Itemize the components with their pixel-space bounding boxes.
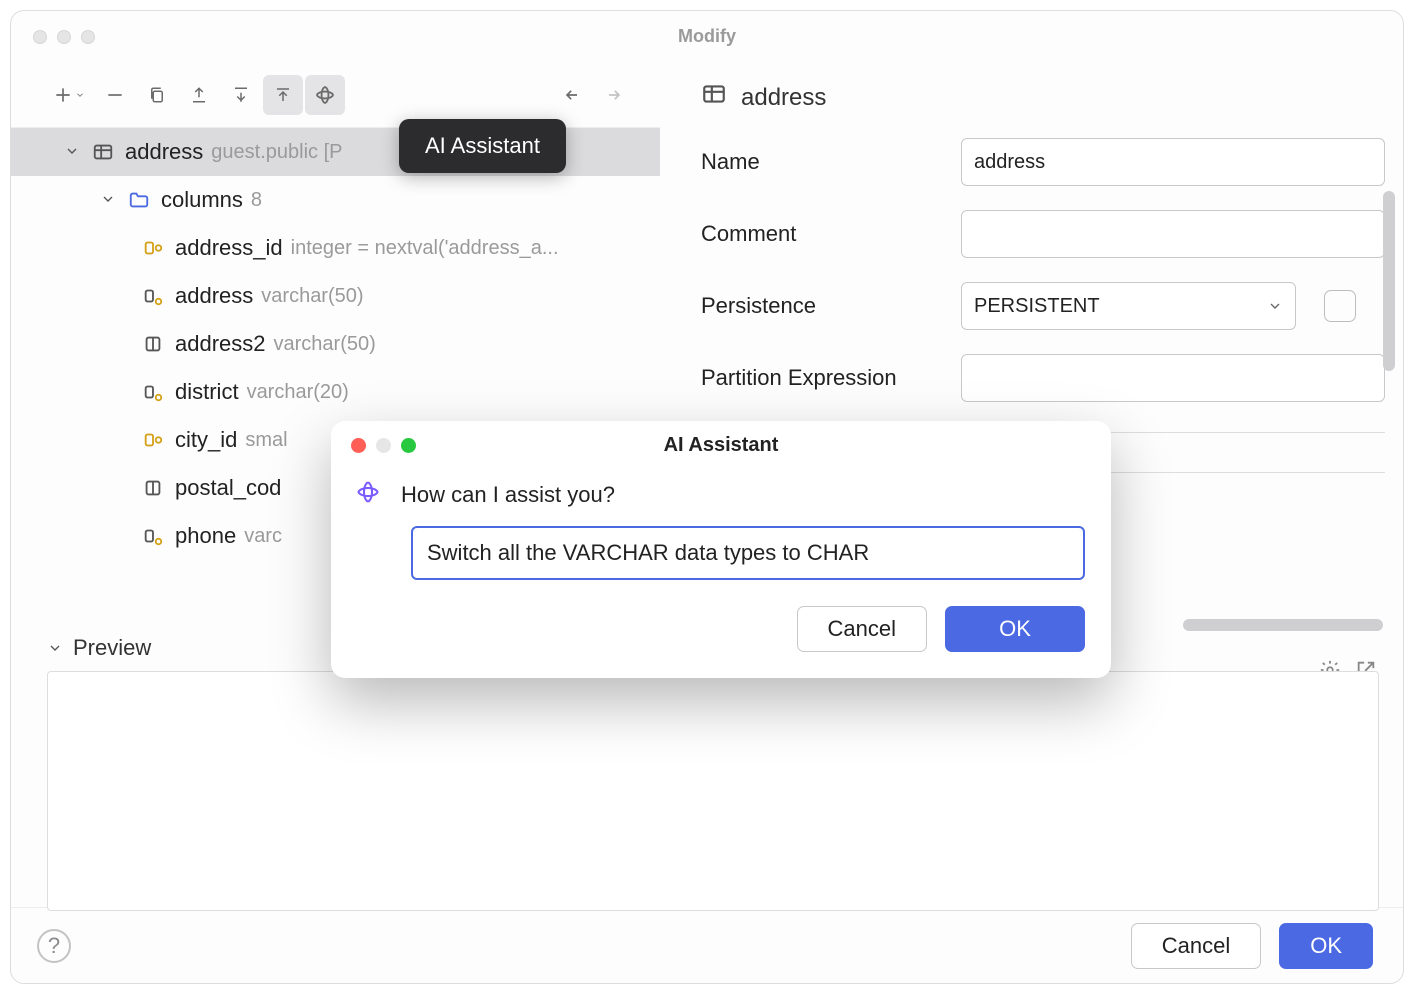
ai-cancel-button[interactable]: Cancel (797, 606, 927, 652)
ai-prompt-text: How can I assist you? (401, 482, 615, 508)
form-row-persistence: Persistence PERSISTENT (701, 282, 1385, 330)
chevron-down-icon[interactable] (91, 187, 125, 213)
ai-body: How can I assist you? (331, 469, 1111, 606)
titlebar: Modify (11, 11, 1403, 63)
column-type: varchar(50) (261, 285, 363, 308)
persistence-select[interactable]: PERSISTENT (961, 282, 1296, 330)
name-input[interactable] (961, 138, 1385, 186)
nav-back-button[interactable] (552, 75, 592, 115)
column-icon (139, 477, 167, 499)
ai-dialog-title: AI Assistant (331, 434, 1111, 457)
add-button[interactable] (45, 75, 93, 115)
key-column-icon (139, 429, 167, 451)
columns-label: columns (161, 187, 243, 213)
ai-assistant-dialog: AI Assistant How can I assist you? Cance… (331, 421, 1111, 678)
tree-table-name: address (125, 139, 203, 165)
fk-column-icon (139, 525, 167, 547)
column-name: postal_cod (175, 475, 281, 501)
comment-input[interactable] (961, 210, 1385, 258)
table-icon (701, 81, 727, 114)
toolbar (11, 71, 660, 127)
preview-label: Preview (73, 635, 151, 661)
ai-input[interactable] (411, 526, 1085, 580)
tree-columns-group[interactable]: columns 8 (11, 176, 660, 224)
remove-button[interactable] (95, 75, 135, 115)
ai-assistant-tooltip: AI Assistant (399, 119, 566, 173)
column-type: varchar(50) (274, 333, 376, 356)
persistence-label: Persistence (701, 293, 961, 319)
chevron-down-icon (1267, 298, 1283, 314)
preview-textarea[interactable] (47, 671, 1379, 911)
minimize-icon[interactable] (57, 30, 71, 44)
minimize-icon[interactable] (376, 438, 391, 453)
zoom-icon[interactable] (81, 30, 95, 44)
form-row-name: Name (701, 138, 1385, 186)
column-name: phone (175, 523, 236, 549)
comment-label: Comment (701, 221, 961, 247)
fk-column-icon (139, 381, 167, 403)
close-icon[interactable] (33, 30, 47, 44)
cancel-button[interactable]: Cancel (1131, 923, 1261, 969)
column-type: varchar(20) (247, 381, 349, 404)
nav-forward-button[interactable] (594, 75, 634, 115)
close-icon[interactable] (351, 438, 366, 453)
persistence-checkbox[interactable] (1324, 290, 1356, 322)
properties-title: address (741, 84, 826, 112)
ai-traffic-lights (351, 438, 416, 453)
ai-actions: Cancel OK (331, 606, 1111, 678)
pin-top-button[interactable] (263, 75, 303, 115)
window-title: Modify (11, 26, 1403, 47)
ai-assistant-button[interactable] (305, 75, 345, 115)
copy-button[interactable] (137, 75, 177, 115)
name-label: Name (701, 149, 961, 175)
tree-column-row[interactable]: district varchar(20) (11, 368, 660, 416)
tree-column-row[interactable]: address_id integer = nextval('address_a.… (11, 224, 660, 272)
column-name: address_id (175, 235, 283, 261)
columns-count: 8 (251, 189, 262, 212)
tree-column-row[interactable]: address2 varchar(50) (11, 320, 660, 368)
column-name: district (175, 379, 239, 405)
ai-titlebar: AI Assistant (331, 421, 1111, 469)
folder-icon (125, 189, 153, 211)
column-name: city_id (175, 427, 237, 453)
ai-ok-button[interactable]: OK (945, 606, 1085, 652)
fk-column-icon (139, 285, 167, 307)
column-type: varc (244, 525, 282, 548)
vertical-scrollbar[interactable] (1383, 191, 1395, 371)
import-button[interactable] (221, 75, 261, 115)
partition-label: Partition Expression (701, 365, 961, 391)
form-row-comment: Comment (701, 210, 1385, 258)
chevron-down-icon (47, 640, 63, 656)
table-icon (89, 141, 117, 163)
column-name: address2 (175, 331, 266, 357)
tree-table-meta: guest.public [P (211, 141, 342, 164)
column-type: smal (245, 429, 287, 452)
properties-header: address (701, 81, 1385, 114)
zoom-icon[interactable] (401, 438, 416, 453)
modify-dialog: Modify (10, 10, 1404, 984)
help-button[interactable]: ? (37, 929, 71, 963)
tree-column-row[interactable]: address varchar(50) (11, 272, 660, 320)
ai-spiral-icon (355, 479, 381, 510)
column-icon (139, 333, 167, 355)
key-column-icon (139, 237, 167, 259)
ok-button[interactable]: OK (1279, 923, 1373, 969)
column-name: address (175, 283, 253, 309)
export-button[interactable] (179, 75, 219, 115)
chevron-down-icon[interactable] (55, 139, 89, 165)
form-row-partition: Partition Expression (701, 354, 1385, 402)
column-type: integer = nextval('address_a... (291, 237, 559, 260)
traffic-lights (33, 30, 95, 44)
partition-input[interactable] (961, 354, 1385, 402)
persistence-value: PERSISTENT (974, 295, 1100, 318)
